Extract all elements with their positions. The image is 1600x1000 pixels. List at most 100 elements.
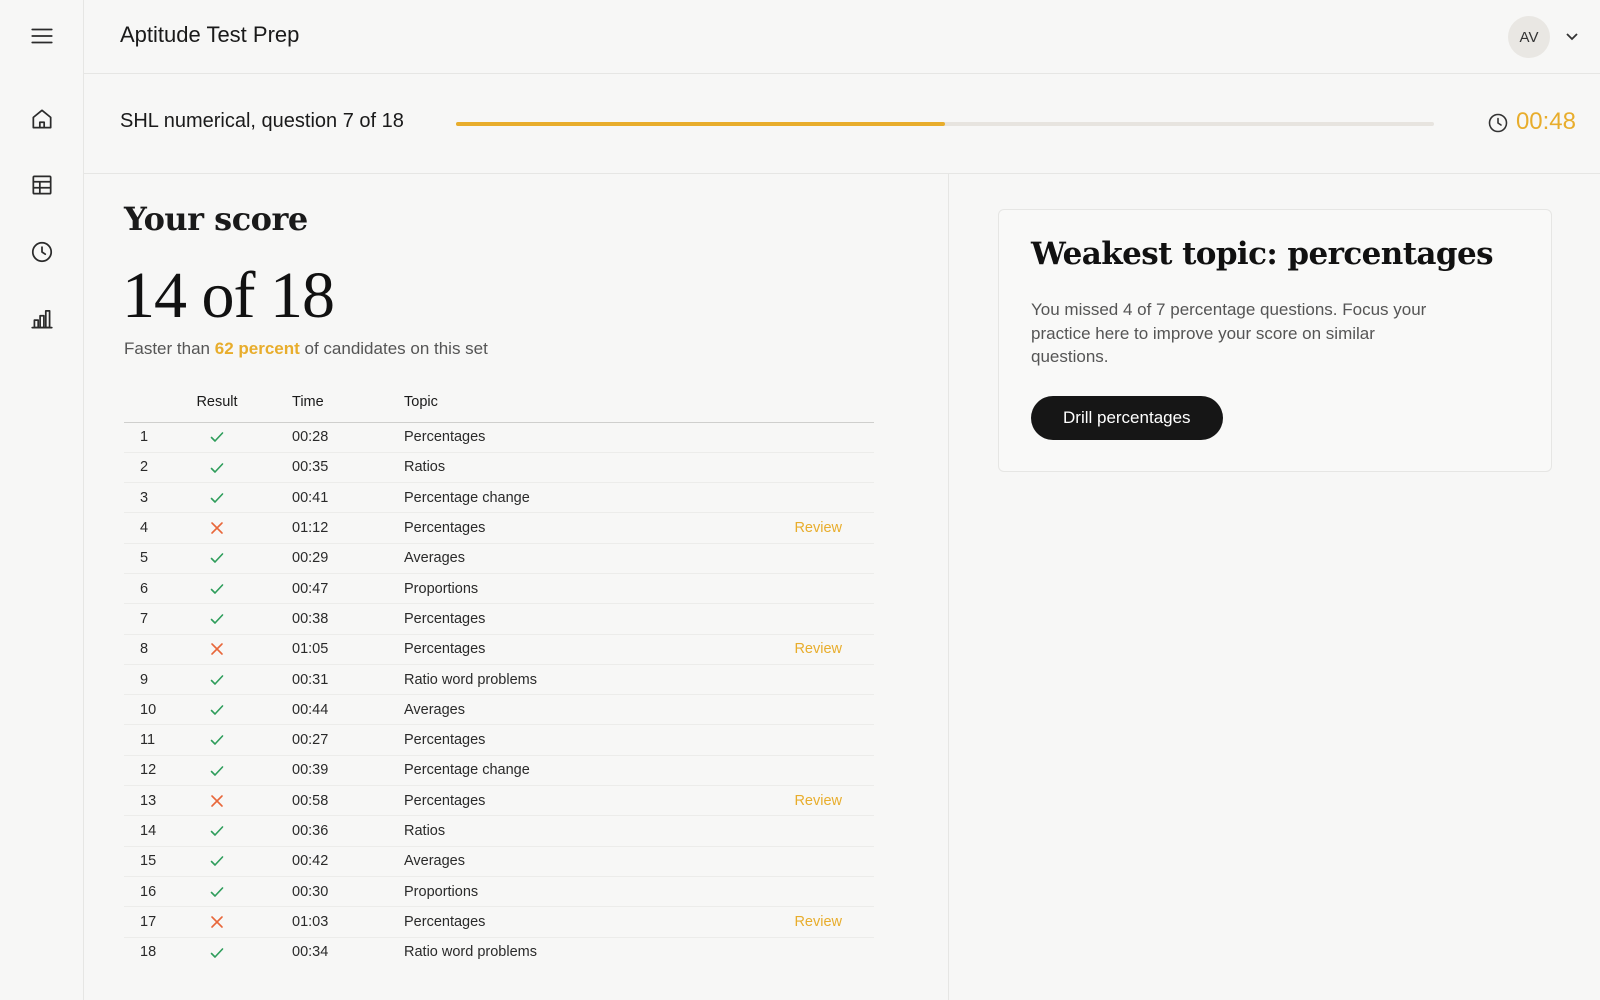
sidebar-item-home[interactable] <box>22 99 62 139</box>
topic-cell: Percentages <box>362 603 742 635</box>
question-number: 8 <box>124 634 172 665</box>
question-number: 18 <box>140 944 157 961</box>
check-icon <box>210 462 224 473</box>
topic-cell: Ratios <box>362 452 742 484</box>
sidebar-item-history[interactable] <box>22 232 62 272</box>
time-cell: 00:44 <box>262 694 362 726</box>
action-cell: Review <box>742 634 874 665</box>
question-number: 12 <box>124 755 172 787</box>
question-number: 13 <box>124 785 172 817</box>
timer: 00:48 <box>1515 108 1576 135</box>
result-cell <box>172 452 262 484</box>
table-row: 15 00:42 Averages <box>124 846 874 877</box>
table-row: 9 00:31 Ratio word problems <box>124 664 874 696</box>
time-cell: 00:38 <box>262 603 362 635</box>
result-cell <box>172 876 262 908</box>
action-cell <box>742 543 874 574</box>
correct-mark <box>209 611 225 627</box>
question-number: 15 <box>124 846 172 877</box>
correct-mark <box>209 671 225 687</box>
correct-mark <box>209 581 225 597</box>
check-icon <box>210 614 224 624</box>
review-link[interactable]: Review <box>794 914 842 930</box>
table-row: 16 00:30 Proportions <box>124 876 874 908</box>
result-cell <box>172 815 262 847</box>
topic-cell: Percentage change <box>362 755 742 787</box>
result-cell <box>172 482 262 514</box>
check-icon <box>210 553 224 564</box>
correct-mark <box>209 732 225 748</box>
account-menu-toggle[interactable] <box>1564 28 1580 44</box>
check-icon <box>210 765 224 776</box>
topic-cell: Percentages <box>362 634 742 665</box>
review-link[interactable]: Review <box>794 641 842 657</box>
menu-button[interactable] <box>22 16 62 56</box>
action-cell <box>742 937 874 967</box>
table-row: 3 00:41 Percentage change <box>124 482 874 514</box>
topic-cell: Proportions <box>362 573 742 605</box>
hamburger-menu-icon <box>31 28 53 44</box>
clock-icon <box>31 241 53 263</box>
table-row: 14 00:36 Ratios <box>124 815 874 847</box>
time-cell: 00:42 <box>262 846 362 877</box>
table-row: 7 00:38 Percentages <box>124 603 874 635</box>
question-progress-bar: SHL numerical, question 7 of 18 00:48 <box>84 74 1600 174</box>
incorrect-mark <box>209 793 225 809</box>
cross-icon <box>211 643 223 656</box>
result-cell <box>172 724 262 756</box>
table-row: 4 01:12 Percentages Review <box>124 512 874 544</box>
check-icon <box>210 886 224 897</box>
incorrect-mark <box>209 520 225 536</box>
incorrect-mark <box>209 641 225 657</box>
time-cell: 01:12 <box>262 512 362 544</box>
result-cell <box>172 512 262 544</box>
check-icon <box>210 735 224 746</box>
action-cell <box>742 452 874 484</box>
check-icon <box>210 583 224 594</box>
action-cell <box>742 846 874 877</box>
cross-icon <box>211 794 223 807</box>
correct-mark <box>209 884 225 900</box>
question-number: 4 <box>124 512 172 544</box>
question-number: 16 <box>124 876 172 908</box>
header-number <box>124 394 172 423</box>
action-cell <box>742 815 874 847</box>
review-link[interactable]: Review <box>794 520 842 536</box>
table-row: 11 00:27 Percentages <box>124 724 874 756</box>
correct-mark <box>209 762 225 778</box>
question-number: 6 <box>124 573 172 605</box>
time-cell: 00:30 <box>262 876 362 908</box>
table-row: 10 00:44 Averages <box>124 694 874 726</box>
table-row: 8 01:05 Percentages Review <box>124 634 874 665</box>
check-icon <box>210 856 224 867</box>
percentile-highlight: 62 percent <box>214 339 300 358</box>
result-cell <box>172 785 262 817</box>
drill-percentages-button[interactable]: Drill percentages <box>1031 396 1223 440</box>
weakest-topic-title: Weakest topic: percentages <box>1031 236 1494 272</box>
result-cell <box>172 664 262 696</box>
time-cell: 00:29 <box>262 543 362 574</box>
table-row: 13 00:58 Percentages Review <box>124 785 874 817</box>
topic-cell: Percentages <box>362 422 742 453</box>
home-icon <box>32 109 52 129</box>
table-row: 12 00:39 Percentage change <box>124 755 874 787</box>
topic-cell: Percentages <box>362 906 742 938</box>
sidebar-item-stats[interactable] <box>22 299 62 339</box>
time-cell: 00:39 <box>262 755 362 787</box>
review-link[interactable]: Review <box>794 793 842 809</box>
result-cell <box>172 573 262 605</box>
progress-track <box>456 122 1434 126</box>
avatar[interactable]: AV <box>1508 16 1550 58</box>
correct-mark <box>209 944 225 960</box>
topic-cell: Percentages <box>362 512 742 544</box>
question-number: 11 <box>124 724 172 756</box>
check-icon <box>210 705 224 715</box>
question-label: SHL numerical, question 7 of 18 <box>120 110 404 132</box>
weakest-topic-description: You missed 4 of 7 percentage questions. … <box>1031 300 1427 366</box>
correct-mark <box>209 490 225 506</box>
correct-mark <box>209 702 225 718</box>
score-sub-suffix: of candidates on this set <box>304 339 488 358</box>
result-cell <box>172 634 262 665</box>
topic-cell: Percentages <box>362 785 742 817</box>
sidebar-item-tests[interactable] <box>22 165 62 205</box>
